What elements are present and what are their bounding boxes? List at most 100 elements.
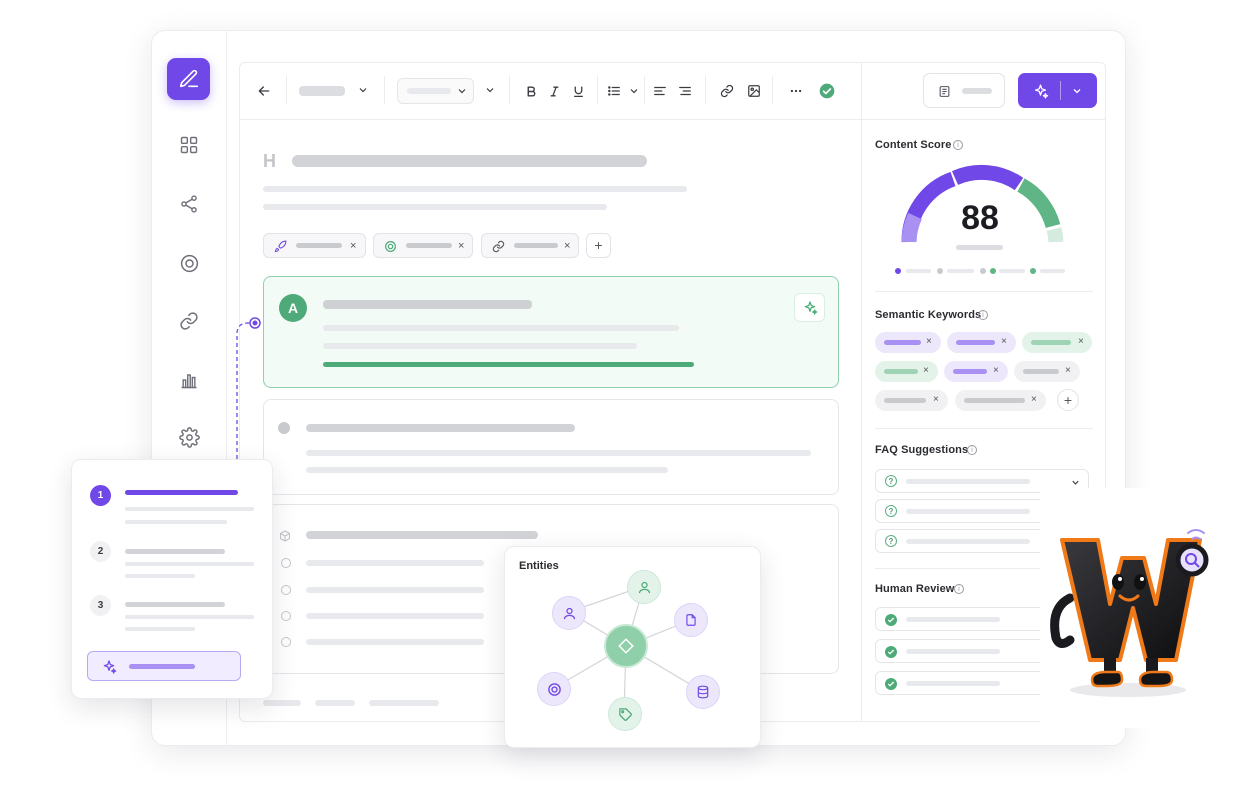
bold-button[interactable] <box>523 83 539 99</box>
checkbox[interactable] <box>281 611 291 621</box>
footer-stat <box>263 700 301 706</box>
chevron-down-icon <box>1071 480 1079 485</box>
footer-stat <box>315 700 355 706</box>
entity-node-central[interactable] <box>604 624 648 668</box>
info-icon[interactable]: i <box>978 310 988 320</box>
list-button[interactable] <box>606 83 622 99</box>
tag-chip-remove[interactable]: × <box>458 239 464 253</box>
keyword-chip[interactable]: × <box>955 390 1046 411</box>
sidebar-item-editor[interactable] <box>167 58 210 100</box>
entity-node-document[interactable] <box>674 603 708 637</box>
checklist-item <box>306 560 484 566</box>
checkbox[interactable] <box>281 585 291 595</box>
keyword-remove[interactable]: × <box>1065 364 1071 378</box>
document-select-toggle[interactable] <box>356 83 370 97</box>
checkbox[interactable] <box>281 637 291 647</box>
style-select[interactable] <box>397 78 474 104</box>
run-ai-step-button[interactable] <box>87 651 241 681</box>
link-icon <box>720 84 734 98</box>
add-keyword-button[interactable]: + <box>1057 389 1079 411</box>
share-icon <box>181 195 197 213</box>
step-cta-label <box>129 664 195 669</box>
entity-node-user[interactable] <box>552 596 586 630</box>
faq-text <box>906 479 1030 484</box>
align-left-button[interactable] <box>652 83 668 99</box>
legend-dot <box>895 268 901 274</box>
sidebar-item-links[interactable] <box>176 309 202 333</box>
ai-generate-button[interactable] <box>1018 73 1097 108</box>
keyword-remove[interactable]: × <box>1001 335 1007 349</box>
sidebar-item-settings[interactable] <box>176 425 202 449</box>
add-tag-button[interactable]: + <box>586 233 611 258</box>
check-icon <box>885 614 897 626</box>
panel-divider <box>861 62 862 722</box>
sidebar-item-analytics[interactable] <box>176 368 202 392</box>
keyword-chip[interactable]: × <box>875 332 941 353</box>
toolbar-divider <box>239 119 1106 120</box>
content-block[interactable] <box>263 399 839 495</box>
align-right-button[interactable] <box>677 83 693 99</box>
keyword-chip[interactable]: × <box>944 361 1008 382</box>
keyword-remove[interactable]: × <box>933 393 939 407</box>
back-button[interactable] <box>254 81 274 101</box>
document-title-placeholder[interactable] <box>292 155 647 167</box>
underline-button[interactable] <box>570 83 586 99</box>
sidebar-item-target[interactable] <box>176 251 202 275</box>
entity-node-tag[interactable] <box>608 697 642 731</box>
info-icon[interactable]: i <box>953 140 963 150</box>
ai-rewrite-button[interactable] <box>794 293 825 322</box>
step-number[interactable]: 1 <box>90 485 111 506</box>
step-number[interactable]: 3 <box>90 595 111 616</box>
tag-chip-launch[interactable]: × <box>263 233 366 258</box>
connector-line <box>236 317 261 466</box>
w-mascot-image <box>1050 529 1209 697</box>
tag-chip-remove[interactable]: × <box>350 239 356 253</box>
keyword-label <box>953 369 987 374</box>
ai-generate-dropdown[interactable] <box>1069 83 1085 99</box>
keyword-chip[interactable]: × <box>1014 361 1080 382</box>
entity-node-database[interactable] <box>686 675 720 709</box>
document-select-value[interactable] <box>299 86 345 96</box>
content-block-active[interactable] <box>263 276 839 388</box>
rocket-icon-wrap <box>273 239 287 253</box>
checkbox[interactable] <box>281 558 291 568</box>
list-select-toggle[interactable] <box>627 84 641 98</box>
style-select-chevron <box>455 84 469 98</box>
notes-button[interactable] <box>923 73 1005 108</box>
insert-link-button[interactable] <box>719 83 735 99</box>
keyword-label <box>884 369 918 374</box>
keyword-chip[interactable]: × <box>875 361 938 382</box>
score-label <box>956 245 1003 250</box>
sidebar-item-share[interactable] <box>176 192 202 216</box>
content-score-value: 88 <box>961 199 999 237</box>
keyword-remove[interactable]: × <box>1031 393 1037 407</box>
entity-node-person[interactable] <box>627 570 661 604</box>
size-select-toggle[interactable] <box>483 83 497 97</box>
target-icon <box>384 240 396 252</box>
tag-chip-target[interactable]: × <box>373 233 473 258</box>
text-line <box>323 325 679 331</box>
text-line <box>263 204 607 210</box>
keyword-remove[interactable]: × <box>923 364 929 378</box>
keyword-remove[interactable]: × <box>993 364 999 378</box>
insert-image-button[interactable] <box>746 83 762 99</box>
more-button[interactable] <box>788 83 804 99</box>
tag-chip-remove[interactable]: × <box>564 239 570 253</box>
chevron-down-icon <box>486 88 494 93</box>
keyword-remove[interactable]: × <box>926 335 932 349</box>
faq-expand[interactable] <box>1068 475 1082 489</box>
keyword-chip[interactable]: × <box>1022 332 1092 353</box>
italic-button[interactable] <box>546 83 562 99</box>
block-heading <box>306 531 538 539</box>
keyword-chip[interactable]: × <box>947 332 1016 353</box>
keyword-remove[interactable]: × <box>1078 335 1084 349</box>
mascot-illustration <box>1040 488 1222 728</box>
entity-node-target[interactable] <box>537 672 571 706</box>
info-icon[interactable]: i <box>954 584 964 594</box>
keyword-chip[interactable]: × <box>875 390 948 411</box>
info-icon[interactable]: i <box>967 445 977 455</box>
sidebar-item-dashboard[interactable] <box>176 133 202 157</box>
tag-chip-link[interactable]: × <box>481 233 579 258</box>
step-number[interactable]: 2 <box>90 541 111 562</box>
more-icon <box>790 89 802 93</box>
